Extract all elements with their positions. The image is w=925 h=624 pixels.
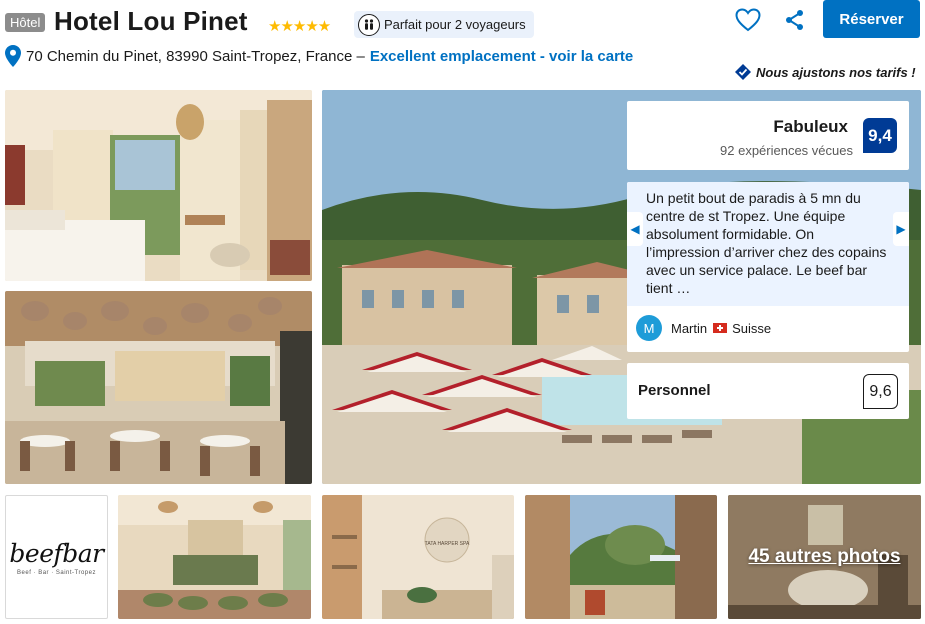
reviewer-info: M Martin Suisse <box>636 315 771 341</box>
thumbnail-bathroom-more-photos[interactable]: 45 autres photos <box>728 495 921 619</box>
thumbnail-garden[interactable] <box>525 495 717 619</box>
price-match-label: Nous ajustons nos tarifs ! <box>756 64 916 80</box>
previous-review-button[interactable]: ◀ <box>627 212 643 246</box>
property-header: Hôtel Hotel Lou Pinet ★★★★★ Parfait pour… <box>0 0 925 88</box>
heart-icon <box>735 8 761 32</box>
review-score-badge: 9,4 <box>863 118 897 153</box>
thumbnail-spa[interactable]: TATA HARPER SPA <box>322 495 514 619</box>
two-people-icon <box>358 13 380 36</box>
hotel-name: Hotel Lou Pinet <box>54 6 248 36</box>
chevron-right-icon: ▶ <box>896 222 906 236</box>
review-score-word: Fabuleux <box>773 117 848 136</box>
price-tag-check-icon <box>735 64 751 80</box>
photo-terrace-restaurant[interactable] <box>5 291 312 484</box>
review-score-card[interactable]: Fabuleux 92 expériences vécues 9,4 <box>627 101 909 170</box>
more-photos-link[interactable]: 45 autres photos <box>728 495 921 619</box>
price-match-notice[interactable]: Nous ajustons nos tarifs ! <box>734 63 916 81</box>
review-quote: Un petit bout de paradis à 5 mn du centr… <box>627 182 909 306</box>
spa-image: TATA HARPER SPA <box>322 495 514 619</box>
review-count: 92 expériences vécues <box>720 143 853 158</box>
address-row: 70 Chemin du Pinet, 83990 Saint-Tropez, … <box>5 45 633 67</box>
traveller-badge: Parfait pour 2 voyageurs <box>354 11 534 38</box>
next-review-button[interactable]: ▶ <box>893 212 909 246</box>
bar-image <box>118 495 311 619</box>
share-icon <box>786 10 803 30</box>
property-type-badge: Hôtel <box>5 13 46 32</box>
star-rating: ★★★★★ <box>268 18 331 35</box>
swiss-flag-icon <box>713 323 728 333</box>
featured-review-card: Un petit bout de paradis à 5 mn du centr… <box>627 182 909 352</box>
spa-sign: TATA HARPER SPA <box>425 541 470 547</box>
hotel-address: 70 Chemin du Pinet, 83990 Saint-Tropez, … <box>26 47 365 65</box>
show-map-link[interactable]: Excellent emplacement - voir la carte <box>370 48 633 65</box>
beefbar-subtitle: Beef · Bar · Saint-Tropez <box>17 569 96 576</box>
reviewer-country: Suisse <box>732 320 772 336</box>
chevron-left-icon: ◀ <box>630 222 640 236</box>
save-favorite-button[interactable] <box>734 6 762 34</box>
garden-image <box>525 495 717 619</box>
thumbnail-bar[interactable] <box>118 495 311 619</box>
location-pin-icon <box>5 45 21 67</box>
traveller-badge-label: Parfait pour 2 voyageurs <box>384 17 526 32</box>
reserve-button[interactable]: Réserver <box>823 0 920 38</box>
staff-score-card[interactable]: Personnel 9,6 <box>627 363 909 419</box>
bedroom-image <box>5 90 312 281</box>
reviewer-name: Martin <box>671 320 708 336</box>
photo-bedroom[interactable] <box>5 90 312 281</box>
share-button[interactable] <box>781 6 809 34</box>
thumbnail-beefbar-logo[interactable]: beefbar Beef · Bar · Saint-Tropez <box>5 495 108 619</box>
staff-score-badge: 9,6 <box>863 374 898 409</box>
beefbar-logo-image: beefbar Beef · Bar · Saint-Tropez <box>6 496 107 618</box>
beefbar-logo: beefbar <box>9 538 104 568</box>
reviewer-avatar: M <box>636 315 662 341</box>
staff-score-label: Personnel <box>638 382 711 399</box>
terrace-image <box>5 291 312 484</box>
